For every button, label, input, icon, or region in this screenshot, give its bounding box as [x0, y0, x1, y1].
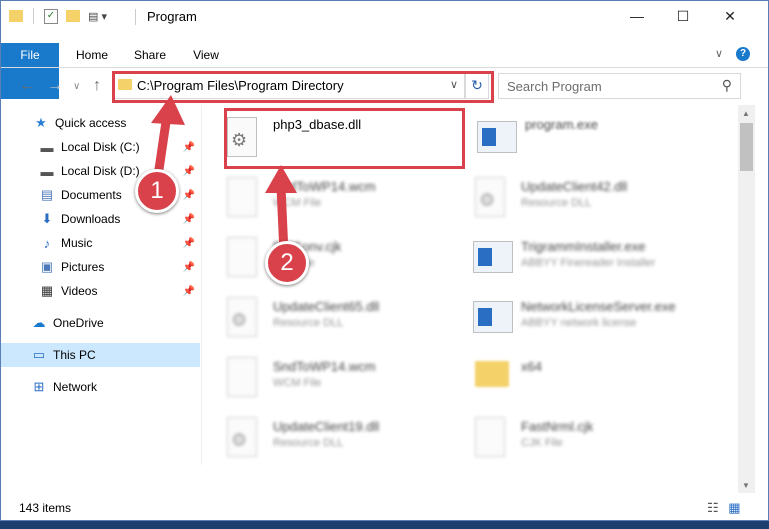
arrow-2-head — [265, 165, 297, 193]
callout-badge-1: 1 — [135, 169, 179, 213]
file-explorer-window: ✓ ▤ ▾ Program — ☐ ✕ File Home Share View… — [0, 0, 769, 521]
callout-arrows — [151, 95, 297, 258]
arrow-1-head — [151, 95, 185, 125]
callout-badge-2: 2 — [265, 241, 309, 285]
